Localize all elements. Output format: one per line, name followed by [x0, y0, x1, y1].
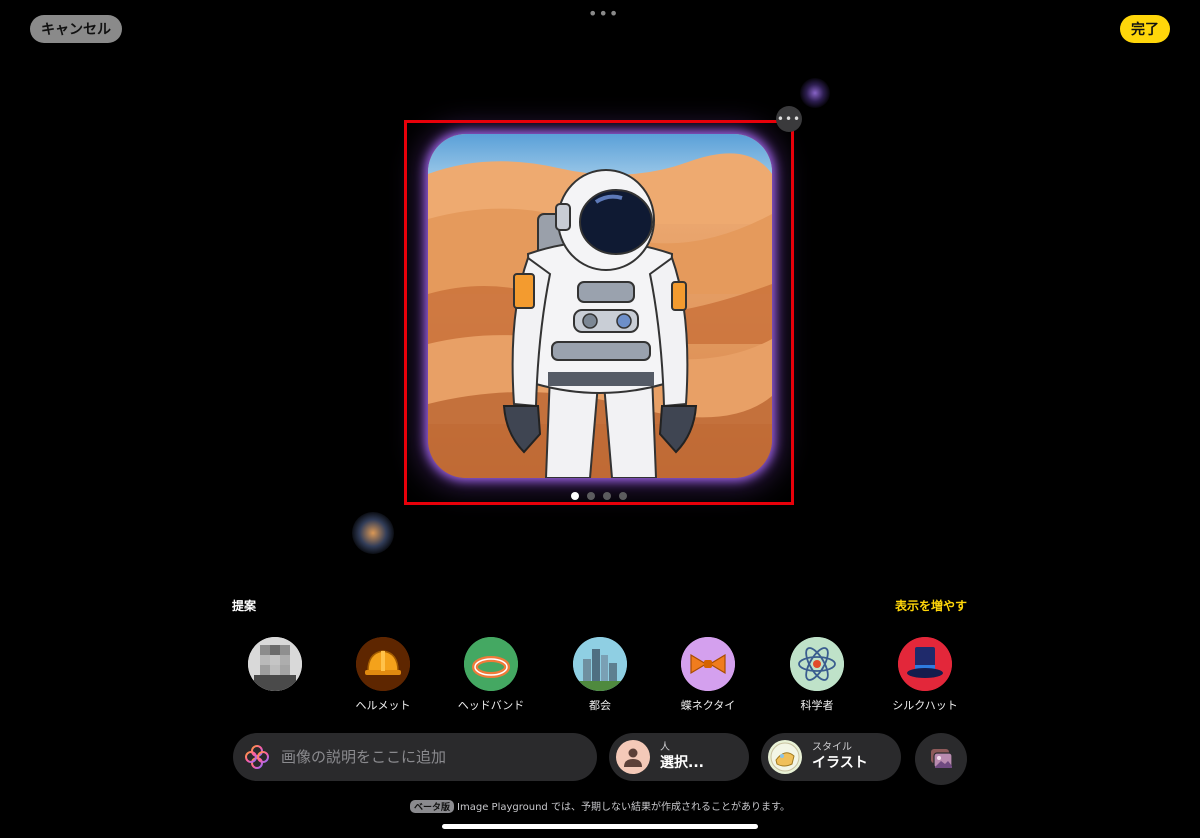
disclaimer: ベータ版 Image Playground では、予期しない結果が作成されることが…	[0, 798, 1200, 813]
photo-stack-icon	[928, 747, 954, 771]
suggestion-top-hat-label: シルクハット	[892, 699, 958, 712]
city-icon	[573, 637, 627, 691]
suggestion-bow-tie[interactable]: 蝶ネクタイ	[668, 637, 748, 713]
style-caption: スタイル	[812, 742, 852, 753]
style-value: イラスト	[812, 755, 868, 771]
home-indicator[interactable]	[442, 824, 758, 829]
helmet-icon	[356, 637, 410, 691]
suggestions-title: 提案	[232, 599, 257, 613]
suggestion-city-label: 都会	[589, 699, 611, 712]
suggestion-headband-label: ヘッドバンド	[457, 699, 525, 712]
person-value: 選択...	[660, 755, 704, 771]
illustration-style-icon	[768, 740, 802, 774]
bubble-glow-purple[interactable]	[800, 78, 830, 108]
page-dot[interactable]	[587, 492, 595, 500]
disclaimer-text: Image Playground では、予期しない結果が作成されることがあります…	[457, 802, 790, 813]
selection-highlight	[404, 120, 794, 505]
page-dot[interactable]	[571, 492, 579, 500]
headband-icon	[464, 637, 518, 691]
atom-icon	[790, 637, 844, 691]
page-indicator[interactable]	[571, 492, 627, 500]
show-more-link[interactable]: 表示を増やす	[895, 597, 967, 614]
suggestion-city[interactable]: 都会	[560, 637, 640, 713]
page-dot[interactable]	[603, 492, 611, 500]
suggestion-scientist-label: 科学者	[800, 699, 834, 712]
top-hat-icon	[898, 637, 952, 691]
person-avatar	[248, 637, 302, 691]
cancel-button[interactable]: キャンセル	[30, 15, 122, 43]
suggestion-scientist[interactable]: 科学者	[777, 637, 857, 713]
beta-badge: ベータ版	[410, 800, 455, 813]
image-more-button[interactable]: •••	[776, 106, 802, 132]
suggestion-helmet-label: ヘルメット	[355, 699, 411, 712]
suggestion-bow-tie-label: 蝶ネクタイ	[680, 699, 736, 712]
person-caption: 人	[660, 742, 670, 753]
suggestion-person-label	[235, 697, 315, 709]
bubble-glow-orange[interactable]	[352, 512, 394, 554]
person-picker-button[interactable]: 人 選択...	[609, 733, 749, 781]
bow-tie-icon	[681, 637, 735, 691]
suggestion-headband[interactable]: ヘッドバンド	[451, 637, 531, 713]
photo-library-button[interactable]	[915, 733, 967, 785]
prompt-input[interactable]	[279, 747, 583, 767]
person-icon	[616, 740, 650, 774]
prompt-field[interactable]	[233, 733, 597, 781]
style-picker-button[interactable]: スタイル イラスト	[761, 733, 901, 781]
window-handle-icon[interactable]: •••	[588, 4, 619, 23]
suggestion-person[interactable]	[235, 637, 315, 709]
suggestion-helmet[interactable]: ヘルメット	[343, 637, 423, 713]
page-dot[interactable]	[619, 492, 627, 500]
apple-intelligence-icon	[243, 743, 271, 771]
done-button[interactable]: 完了	[1120, 15, 1170, 43]
suggestion-top-hat[interactable]: シルクハット	[885, 637, 965, 713]
